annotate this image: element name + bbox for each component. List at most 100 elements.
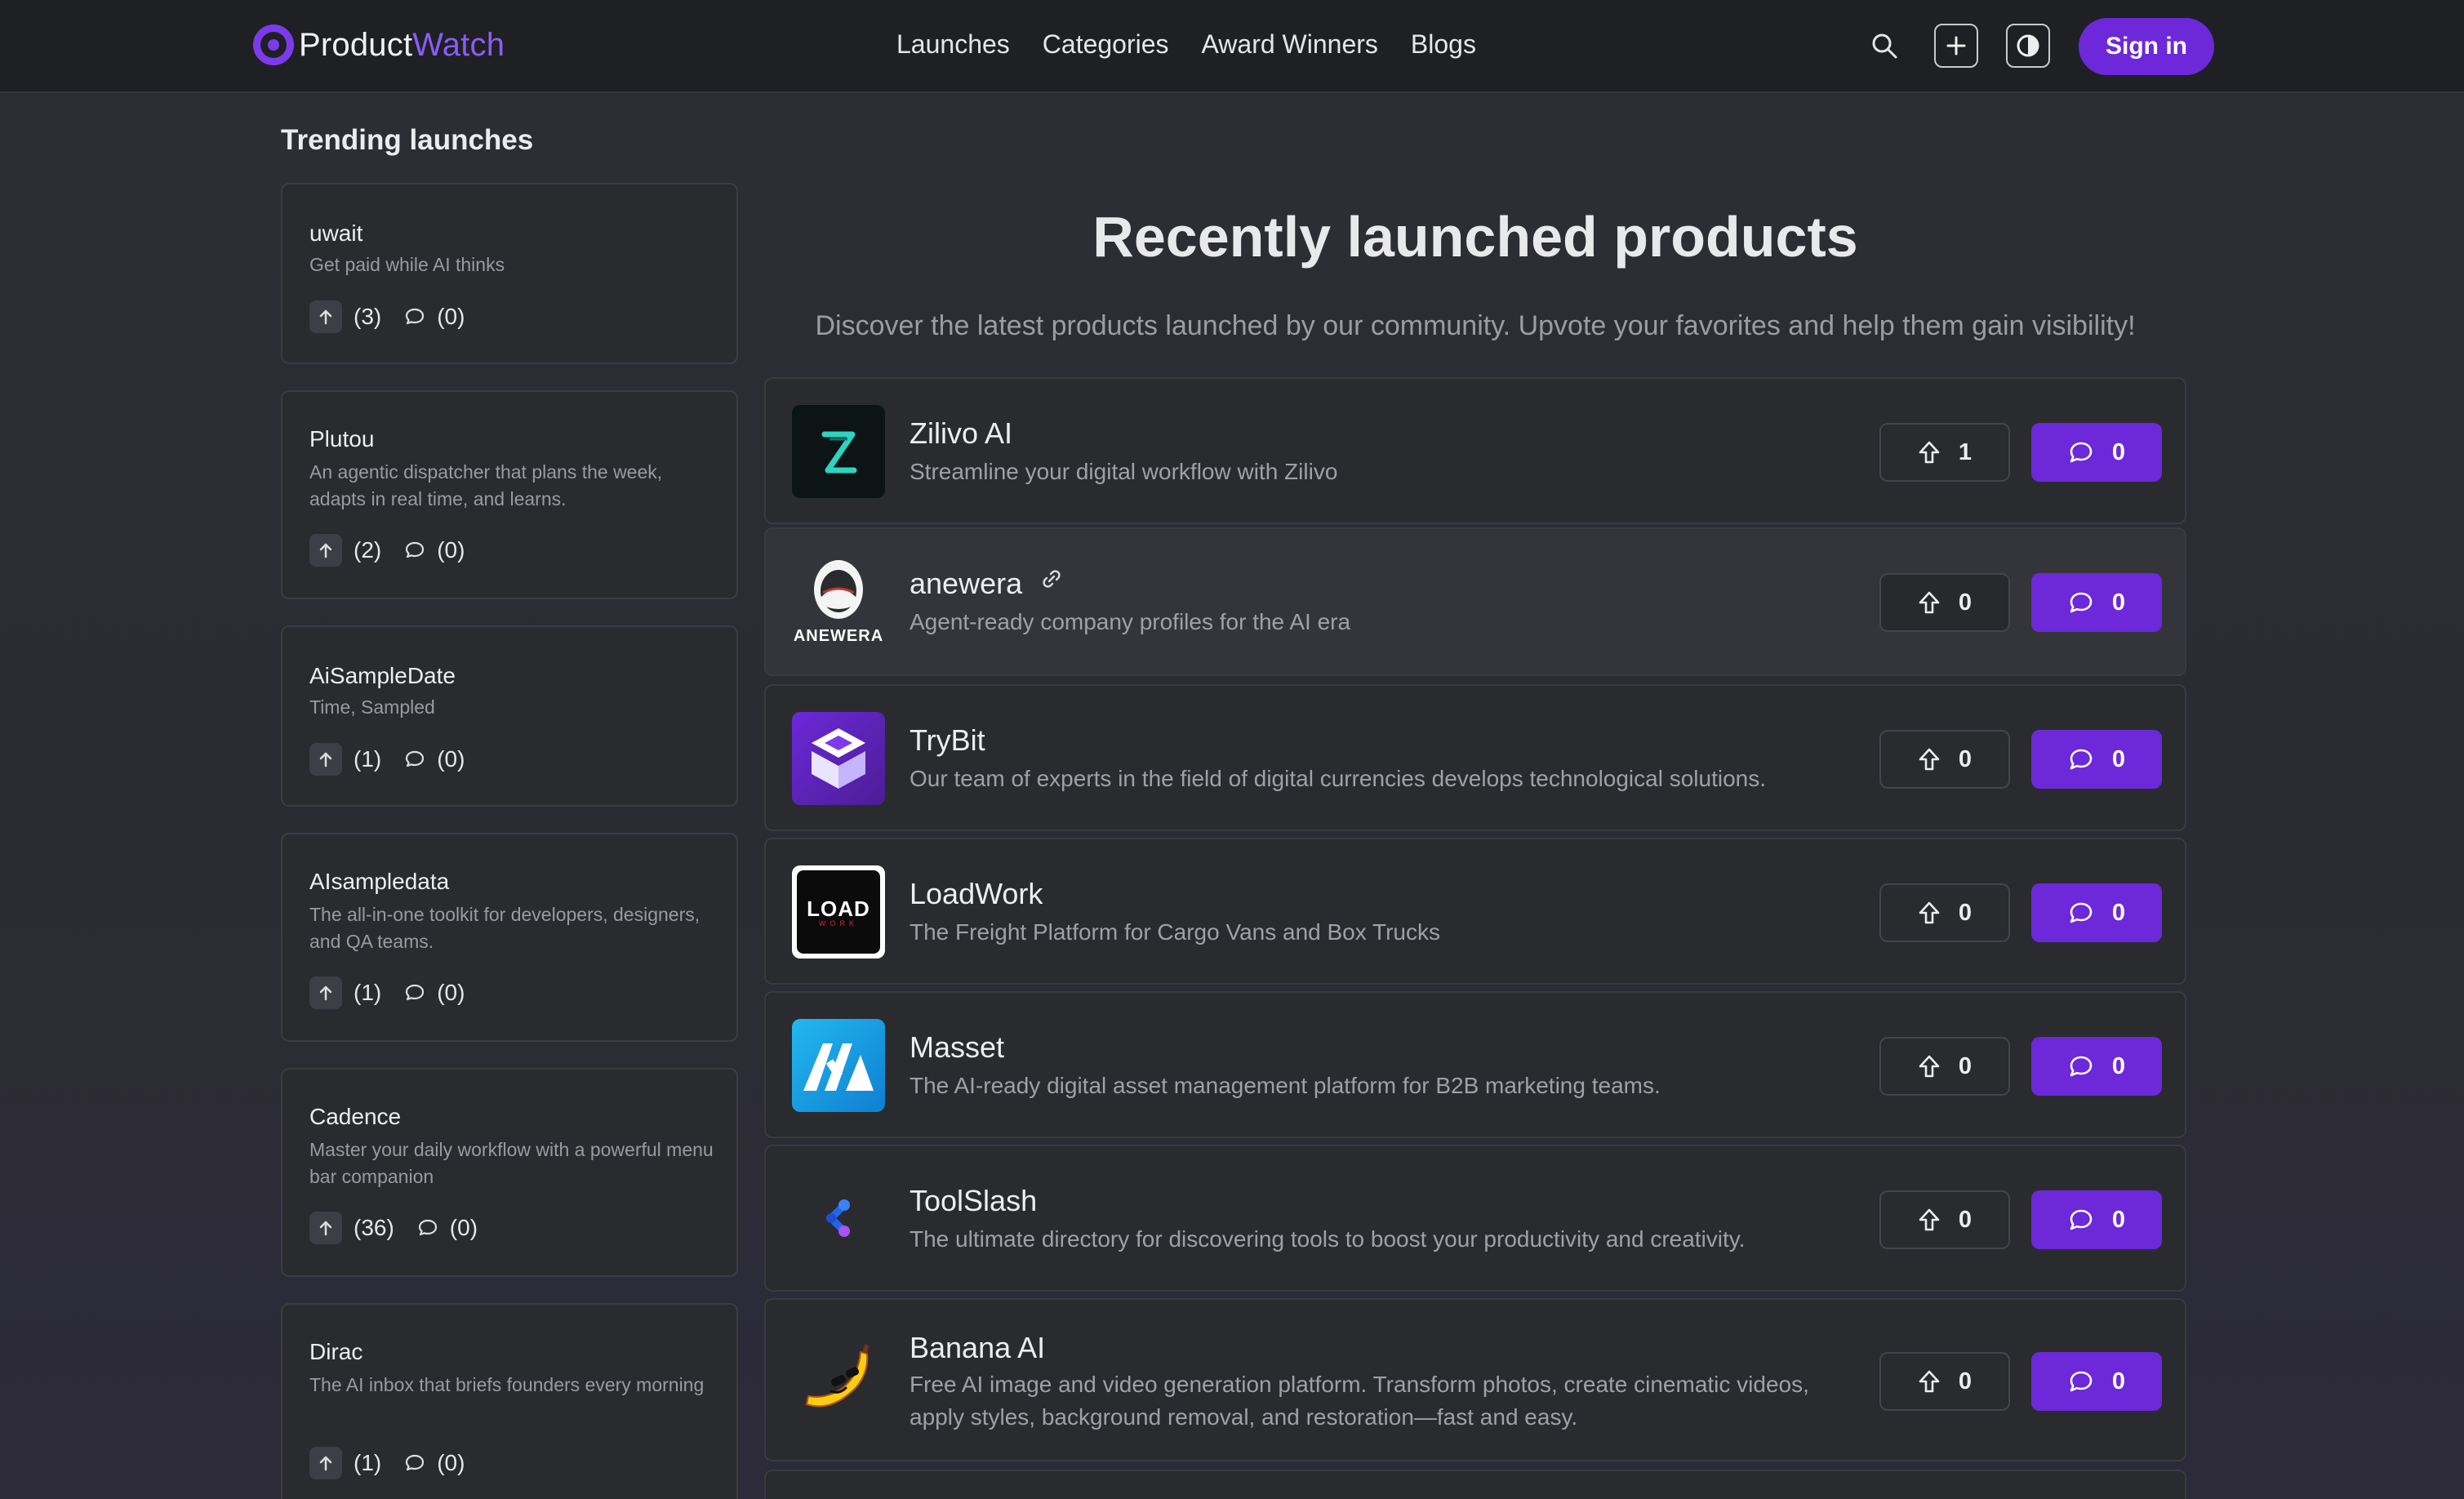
product-card-masset[interactable]: Masset The AI-ready digital asset manage… [764,991,2186,1138]
anewera-logo-icon: ANEWERA [792,555,885,648]
logo-mark-icon [253,24,294,65]
product-name[interactable]: Masset [910,1030,1004,1065]
comments-button[interactable]: 0 [2031,1352,2162,1411]
product-name[interactable]: Zilivo AI [910,416,1012,451]
upvote-arrow-icon [1918,747,1941,772]
contrast-icon [2017,34,2039,57]
upvote-arrow-icon[interactable] [309,1447,342,1479]
upvote-arrow-icon [1918,1369,1941,1394]
product-card-zilivo-ai[interactable]: Zilivo AI Streamline your digital workfl… [764,377,2186,524]
logo-product-text: Product [299,26,413,63]
upvote-count: (36) [354,1215,394,1240]
product-card-next[interactable] [764,1470,2186,1499]
trending-item-stats: (2) (0) [309,534,465,567]
trending-item-name: Plutou [309,426,375,451]
upvote-count: 0 [1958,1052,1973,1079]
comment-count: (0) [437,304,465,329]
comment-icon [2068,901,2094,925]
comments-button[interactable]: 0 [2031,883,2162,942]
nav-categories[interactable]: Categories [1043,29,1169,60]
trending-item-desc: An agentic dispatcher that plans the wee… [309,461,663,509]
comments-button[interactable]: 0 [2031,1190,2162,1249]
comments-button[interactable]: 0 [2031,730,2162,789]
trending-card-cadence[interactable]: Cadence Master your daily workflow with … [281,1068,738,1277]
comments-button[interactable]: 0 [2031,1037,2162,1096]
trending-item-desc: The all-in-one toolkit for developers, d… [309,904,701,952]
trending-title: Trending launches [281,124,534,156]
product-card-banana-ai[interactable]: Banana AI Free AI image and video genera… [764,1298,2186,1461]
product-name[interactable]: TryBit [910,723,985,758]
upvote-button[interactable]: 0 [1879,573,2010,632]
top-header: ProductWatch Launches Categories Award W… [0,0,2464,93]
search-icon[interactable] [1870,31,1899,60]
add-product-button[interactable] [1934,24,1978,68]
upvote-button[interactable]: 0 [1879,730,2010,789]
product-card-loadwork[interactable]: LOAD WORK LoadWork The Freight Platform … [764,838,2186,985]
product-name[interactable]: anewera [910,567,1022,601]
external-link-icon[interactable] [1040,567,1063,590]
upvote-arrow-icon [1918,1054,1941,1079]
product-desc: The ultimate directory for discovering t… [910,1226,1746,1252]
trending-card-aisampledata[interactable]: AIsampledata The all-in-one toolkit for … [281,833,738,1042]
product-card-toolslash[interactable]: ToolSlash The ultimate directory for dis… [764,1145,2186,1292]
trending-card-plutou[interactable]: Plutou An agentic dispatcher that plans … [281,390,738,599]
product-desc: Streamline your digital workflow with Zi… [910,459,1338,484]
trending-item-name: Cadence [309,1104,402,1129]
upvote-count: (3) [354,304,382,329]
product-desc: The AI-ready digital asset management pl… [910,1073,1661,1098]
upvote-button[interactable]: 0 [1879,1037,2010,1096]
comment-count: 0 [2111,1368,2126,1394]
nav-blogs[interactable]: Blogs [1411,29,1476,60]
trending-item-desc: Time, Sampled [309,696,435,718]
theme-toggle-button[interactable] [2006,24,2050,68]
comment-count: (0) [437,1450,465,1475]
upvote-count: (2) [354,537,382,563]
upvote-count: (1) [354,746,382,772]
comment-icon [404,306,425,327]
banana-logo-icon [792,1334,885,1427]
nav-award-winners[interactable]: Award Winners [1202,29,1378,60]
upvote-count: 0 [1958,1206,1973,1233]
upvote-arrow-icon [1918,440,1941,465]
product-name[interactable]: ToolSlash [910,1184,1037,1218]
upvote-arrow-icon[interactable] [309,976,342,1009]
main-nav: Launches Categories Award Winners Blogs [896,29,1509,60]
upvote-arrow-icon[interactable] [309,300,342,333]
trending-card-aisampledate[interactable]: AiSampleDate Time, Sampled (1) (0) [281,625,738,807]
loadwork-logo-icon: LOAD WORK [792,865,885,959]
product-name[interactable]: LoadWork [910,877,1043,911]
product-name[interactable]: Banana AI [910,1331,1045,1365]
comment-icon [2068,1054,2094,1079]
site-logo[interactable]: ProductWatch [253,24,505,65]
product-card-trybit[interactable]: TryBit Our team of experts in the field … [764,684,2186,831]
comments-button[interactable]: 0 [2031,423,2162,482]
trending-item-name: uwait [309,220,363,246]
plus-icon [1946,36,1966,56]
upvote-arrow-icon[interactable] [309,534,342,567]
comments-button[interactable]: 0 [2031,573,2162,632]
trending-item-stats: (36) (0) [309,1212,478,1244]
upvote-button[interactable]: 0 [1879,883,2010,942]
sign-in-button[interactable]: Sign in [2079,18,2214,75]
trending-item-stats: (1) (0) [309,976,465,1009]
trending-item-stats: (1) (0) [309,1447,465,1479]
product-desc: Our team of experts in the field of digi… [910,766,1767,791]
product-desc: Free AI image and video generation platf… [910,1372,1809,1430]
product-desc: The Freight Platform for Cargo Vans and … [910,919,1440,945]
logo-watch-text: Watch [412,26,505,63]
upvote-button[interactable]: 0 [1879,1190,2010,1249]
upvote-button[interactable]: 0 [1879,1352,2010,1411]
upvote-button[interactable]: 1 [1879,423,2010,482]
nav-launches[interactable]: Launches [896,29,1010,60]
upvote-count: 0 [1958,745,1973,772]
trending-card-uwait[interactable]: uwait Get paid while AI thinks (3) (0) [281,183,738,364]
comment-icon [404,540,425,561]
upvote-count: (1) [354,1450,382,1475]
upvote-arrow-icon[interactable] [309,743,342,776]
upvote-arrow-icon [1918,901,1941,925]
upvote-count: 0 [1958,899,1973,926]
upvote-count: (1) [354,980,382,1005]
upvote-arrow-icon[interactable] [309,1212,342,1244]
trending-card-dirac[interactable]: Dirac The AI inbox that briefs founders … [281,1303,738,1499]
product-card-anewera[interactable]: ANEWERA anewera Agent-ready company prof… [764,527,2186,676]
